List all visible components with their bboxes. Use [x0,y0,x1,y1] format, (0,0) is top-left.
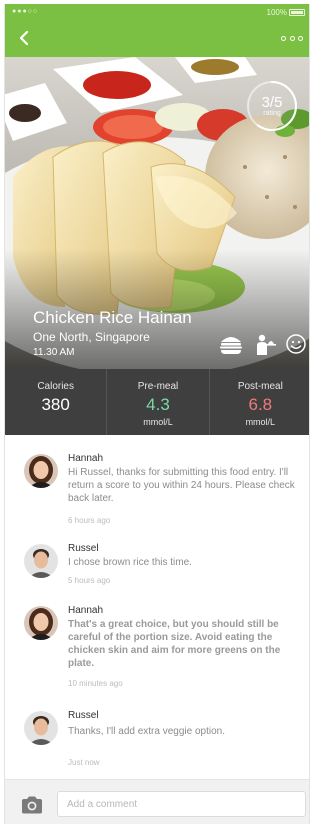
stat-value: 4.3 [146,395,170,414]
comment-composer [5,779,309,824]
comment-time: 10 minutes ago [68,679,123,688]
camera-button[interactable] [21,796,43,814]
comment-input[interactable] [57,791,306,817]
stat-calories: Calories 380 [5,369,106,435]
more-dot-icon [298,35,303,41]
chevron-left-icon [19,30,29,46]
app-header: ●●●○○ 100% [5,4,309,57]
stat-unit: mmol/L [143,417,173,427]
waiter-icon[interactable] [254,333,278,355]
comment-text: Hi Russel, thanks for submitting this fo… [68,467,295,504]
avatar[interactable] [24,711,58,745]
more-options-button[interactable] [281,33,303,43]
comment-text: Thanks, I'll add extra veggie option. [68,726,226,737]
comment-time: 5 hours ago [68,576,111,585]
comment-text: That's a great choice, but you should st… [68,619,281,669]
signal-icon: ●●●○○ [12,8,39,15]
comment-author: Russel [68,543,99,554]
stat-label: Post-meal [237,381,283,392]
stat-label: Pre-meal [137,381,179,392]
stat-pre-meal: Pre-meal 4.3 mmol/L [106,369,208,435]
avatar[interactable] [24,606,58,640]
battery-icon [289,9,305,16]
meal-title: Chicken Rice Hainan [33,308,192,327]
avatar-russel-icon [24,711,58,745]
more-dot-icon [289,35,295,41]
comment-time: Just now [68,758,100,767]
meal-score: 3/5 [261,94,283,111]
camera-icon [22,796,42,814]
meal-hero: 3/5 rating Chicken Rice Hainan One North… [5,57,309,369]
stat-value: 380 [41,395,70,414]
meal-score-unit: rating [263,110,281,117]
avatar[interactable] [24,454,58,488]
comment-text: I chose brown rice this time. [68,557,192,568]
comment-item: Russel Thanks, I'll add extra veggie opt… [5,707,309,767]
comment-time: 6 hours ago [68,516,111,525]
status-bar: ●●●○○ 100% [5,4,309,20]
stat-post-meal: Post-meal 6.8 mmol/L [208,369,309,435]
avatar[interactable] [24,544,58,578]
stat-label: Calories [37,381,74,392]
comment-author: Hannah [68,605,104,616]
comment-author: Hannah [68,453,104,464]
avatar-hannah-icon [24,606,58,640]
more-dot-icon [281,35,286,41]
stat-unit: mmol/L [245,417,276,427]
burger-icon[interactable] [219,333,243,355]
battery-level: 100% [266,8,287,17]
glucose-stats: Calories 380 Pre-meal 4.3 mmol/L Post-me… [5,369,309,435]
avatar-russel-icon [24,544,58,578]
back-button[interactable] [15,28,35,48]
smiley-icon[interactable] [285,333,309,355]
meal-time: 11.30 AM [33,347,75,358]
avatar-hannah-icon [24,454,58,488]
comment-item: Hannah That's a great choice, but you sh… [5,602,309,690]
stat-value: 6.8 [248,395,273,414]
comment-author: Russel [68,710,99,721]
comment-item: Russel I chose brown rice this time. 5 h… [5,540,309,590]
app-screen: ●●●○○ 100% 3/5 rating Chicken Rice Haina… [4,4,310,824]
comment-item: Hannah Hi Russel, thanks for submitting … [5,450,309,530]
meal-location: One North, Singapore [33,330,150,344]
